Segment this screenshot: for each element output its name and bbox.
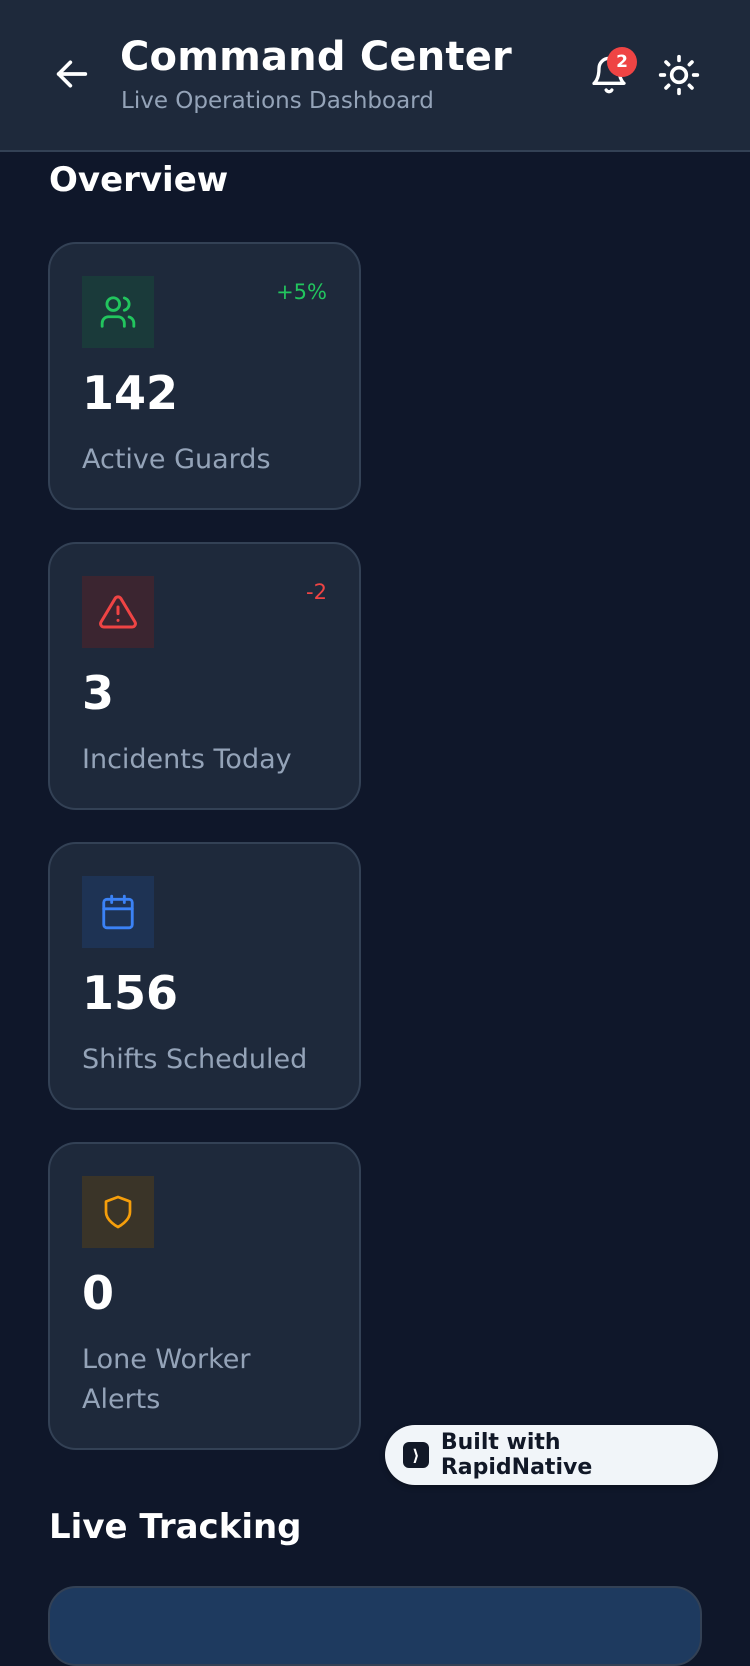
card-icon-container	[82, 876, 154, 948]
back-button[interactable]	[50, 52, 94, 96]
live-tracking-card[interactable]	[48, 1586, 702, 1666]
stat-label: Incidents Today	[82, 744, 292, 775]
alert-triangle-icon	[99, 595, 137, 629]
app-header: Command Center Live Operations Dashboard…	[0, 0, 750, 152]
stat-value: 156	[82, 966, 179, 1020]
card-icon-container	[82, 576, 154, 648]
live-tracking-section-title: Live Tracking	[49, 1507, 302, 1547]
theme-toggle-button[interactable]	[654, 50, 704, 100]
stat-value: 0	[82, 1266, 115, 1320]
stat-change: +5%	[276, 280, 327, 304]
stat-card-shifts-scheduled[interactable]: 156 Shifts Scheduled	[48, 842, 361, 1110]
card-icon-container	[82, 276, 154, 348]
card-icon-container	[82, 1176, 154, 1248]
stat-card-lone-worker-alerts[interactable]: 0 Lone Worker Alerts	[48, 1142, 361, 1450]
stat-card-active-guards[interactable]: +5% 142 Active Guards	[48, 242, 361, 510]
built-with-rapidnative-badge[interactable]: ⟩ Built with RapidNative	[385, 1425, 718, 1485]
page-title: Command Center	[120, 34, 512, 80]
rapidnative-logo-icon: ⟩	[403, 1442, 429, 1468]
stat-label: Active Guards	[82, 444, 271, 475]
shield-icon	[104, 1195, 132, 1229]
stat-value: 142	[82, 366, 179, 420]
overview-section-title: Overview	[49, 160, 229, 200]
stat-card-incidents-today[interactable]: -2 3 Incidents Today	[48, 542, 361, 810]
arrow-left-icon	[56, 60, 88, 88]
page-subtitle: Live Operations Dashboard	[121, 88, 434, 114]
calendar-icon	[102, 894, 134, 930]
stat-label: Lone Worker Alerts	[82, 1344, 251, 1415]
built-with-label: Built with RapidNative	[440, 1430, 593, 1480]
stat-label: Shifts Scheduled	[82, 1044, 308, 1075]
stat-value: 3	[82, 666, 115, 720]
users-icon	[100, 296, 136, 328]
sun-icon	[658, 54, 700, 96]
stat-change: -2	[306, 580, 327, 604]
notification-badge: 2	[607, 47, 637, 77]
